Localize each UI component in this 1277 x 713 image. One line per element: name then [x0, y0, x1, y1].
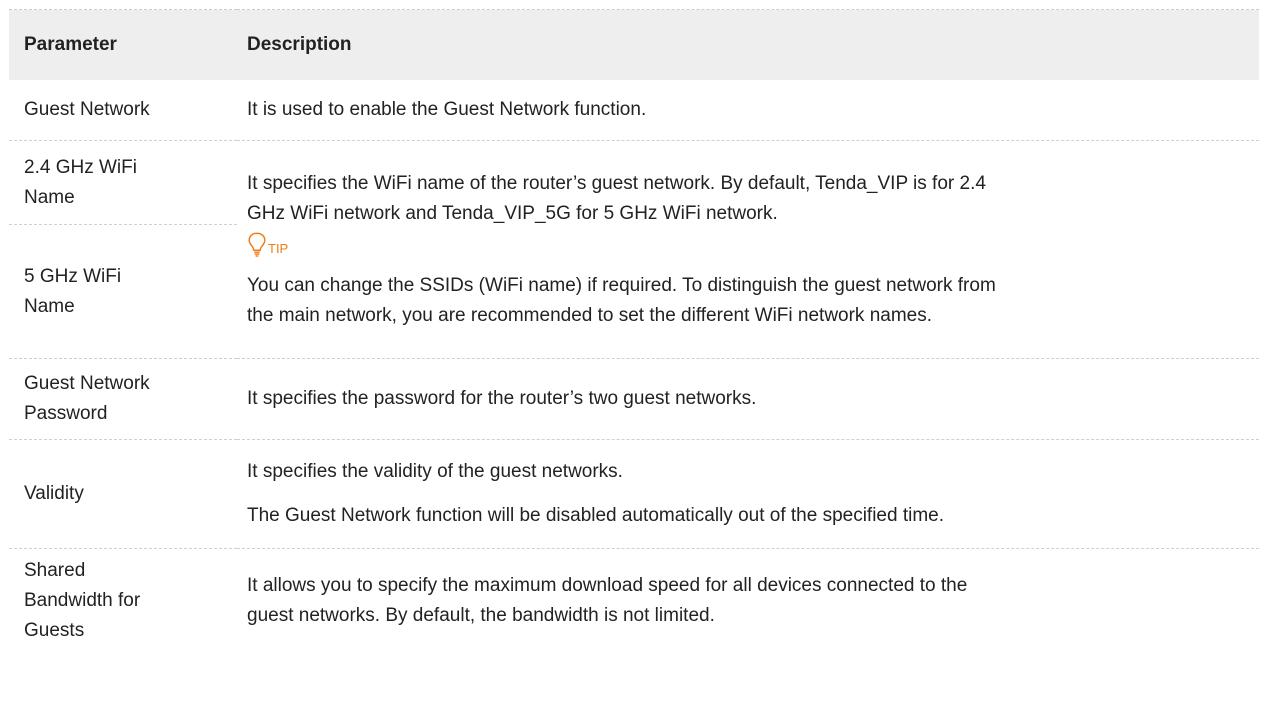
parameter-name: Guest Network Password	[9, 359, 237, 440]
parameter-column-header: Parameter	[9, 9, 237, 80]
description-line: GHz WiFi network and Tenda_VIP_5G for 5 …	[247, 202, 778, 224]
description-line: It allows you to specify the maximum dow…	[247, 575, 968, 597]
table-row-guest-network: Guest Network It is used to enable the G…	[9, 80, 1259, 141]
parameter-name-line: 5 GHz WiFi	[24, 265, 122, 287]
table-row-validity: Validity It specifies the validity of th…	[9, 440, 1259, 549]
parameter-name-line: Name	[24, 186, 75, 208]
parameter-name-line: Bandwidth for	[24, 590, 141, 612]
parameter-name-line: 2.4 GHz WiFi	[24, 156, 137, 178]
parameter-name: Shared Bandwidth for Guests	[9, 549, 237, 654]
table-body: Guest Network It is used to enable the G…	[9, 80, 1259, 654]
description-line: It specifies the validity of the guest n…	[247, 461, 623, 482]
table-header: Parameter Description	[9, 9, 1259, 80]
table-row-wifi-24-name: 2.4 GHz WiFi Name It specifies the WiFi …	[9, 140, 1259, 326]
parameter-description: It is used to enable the Guest Network f…	[247, 98, 647, 120]
parameter-description: It specifies the password for the router…	[247, 388, 757, 409]
table-header-row: Parameter Description	[9, 9, 1259, 80]
tip-heading: TIP	[247, 229, 1251, 257]
tip-text-line: the main network, you are recommended to…	[247, 304, 933, 326]
description-column-header: Description	[237, 9, 1259, 80]
wifi-name-description: It specifies the WiFi name of the router…	[237, 141, 1259, 359]
tip-label: TIP	[268, 240, 289, 256]
parameter-name-line: Guest Network	[24, 373, 150, 394]
parameter-name: Validity	[24, 483, 84, 504]
description-line: The Guest Network function will be disab…	[247, 505, 945, 526]
parameter-description: It allows you to specify the maximum dow…	[237, 549, 1259, 654]
lightbulb-icon	[248, 231, 266, 257]
description-line: It specifies the WiFi name of the router…	[247, 172, 986, 194]
table-row-shared-bandwidth: Shared Bandwidth for Guests It allows yo…	[9, 549, 1259, 654]
parameter-name-line: Password	[24, 403, 108, 424]
description-line: guest networks. By default, the bandwidt…	[247, 605, 715, 627]
table-row-guest-password: Guest Network Password It specifies the …	[9, 359, 1259, 440]
parameter-table: Parameter Description Guest Network It i…	[9, 9, 1259, 654]
parameter-name: 5 GHz WiFi Name	[9, 225, 237, 359]
parameter-name: Guest Network	[24, 98, 150, 120]
parameter-name-line: Guests	[24, 620, 85, 642]
parameter-name-line: Shared	[24, 560, 86, 582]
parameter-name: 2.4 GHz WiFi Name	[9, 140, 237, 225]
tip-text-line: You can change the SSIDs (WiFi name) if …	[247, 274, 996, 296]
parameter-description: It specifies the validity of the guest n…	[237, 440, 1259, 549]
parameter-name-line: Name	[24, 295, 75, 317]
